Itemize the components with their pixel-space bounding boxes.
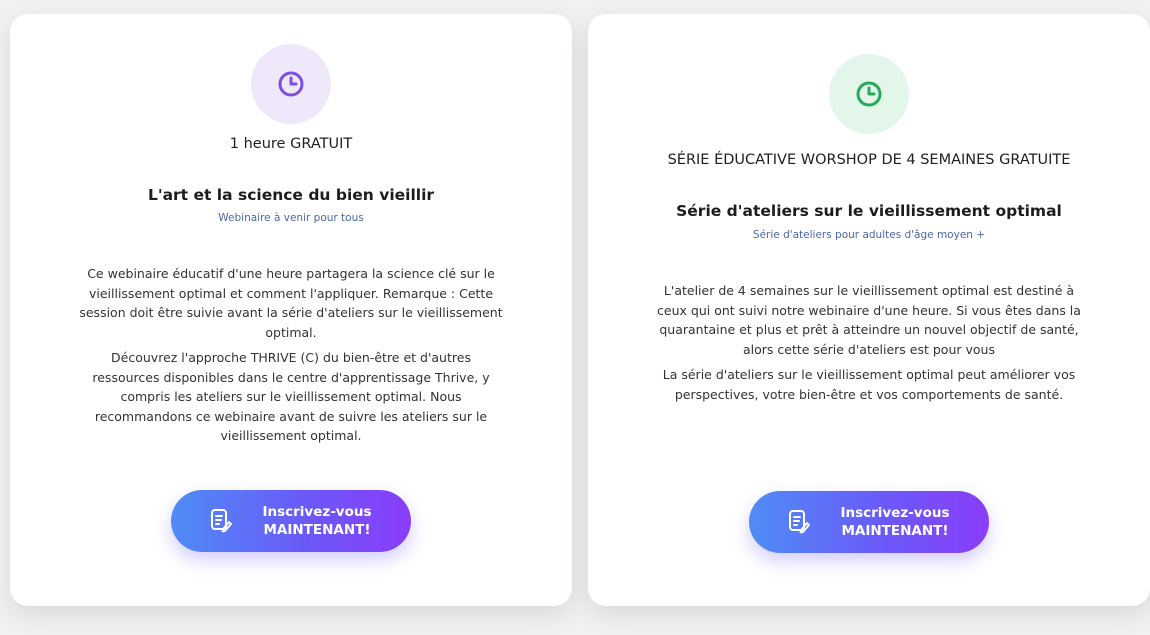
- card-subtitle: Webinaire à venir pour tous: [218, 212, 364, 224]
- clock-icon-badge: [251, 44, 331, 124]
- description-paragraph: La série d'ateliers sur le vieillissemen…: [662, 367, 1076, 402]
- card-description: Ce webinaire éducatif d'une heure partag…: [78, 264, 504, 452]
- clock-icon: [856, 81, 882, 107]
- description-paragraph: L'atelier de 4 semaines sur le vieilliss…: [657, 283, 1081, 357]
- card-title: Série d'ateliers sur le vieillissement o…: [676, 202, 1062, 220]
- workshop-card: SÉRIE ÉDUCATIVE WORSHOP DE 4 SEMAINES GR…: [588, 14, 1150, 606]
- card-subtitle: Série d'ateliers pour adultes d'âge moye…: [752, 229, 986, 241]
- card-kicker: 1 heure GRATUIT: [229, 136, 353, 152]
- clock-icon: [278, 71, 304, 97]
- card-kicker: SÉRIE ÉDUCATIVE WORSHOP DE 4 SEMAINES GR…: [667, 152, 1071, 168]
- description-paragraph: Ce webinaire éducatif d'une heure partag…: [79, 266, 503, 340]
- description-paragraph: Découvrez l'approche THRIVE (C) du bien-…: [92, 350, 490, 443]
- webinar-card: 1 heure GRATUIT L'art et la science du b…: [10, 14, 572, 606]
- register-now-button[interactable]: Inscrivez-vous MAINTENANT!: [171, 490, 411, 552]
- register-label-line1: Inscrivez-vous: [840, 505, 950, 521]
- register-label-line1: Inscrivez-vous: [262, 504, 372, 520]
- register-label-line2: MAINTENANT!: [263, 522, 371, 538]
- card-title: L'art et la science du bien vieillir: [147, 186, 435, 204]
- register-button-label: Inscrivez-vous MAINTENANT!: [262, 503, 372, 539]
- edit-form-icon: [210, 508, 232, 534]
- register-label-line2: MAINTENANT!: [841, 523, 949, 539]
- register-button-label: Inscrivez-vous MAINTENANT!: [840, 504, 950, 540]
- card-description: L'atelier de 4 semaines sur le vieilliss…: [650, 281, 1088, 410]
- edit-form-icon: [788, 509, 810, 535]
- register-now-button[interactable]: Inscrivez-vous MAINTENANT!: [749, 491, 989, 553]
- clock-icon-badge: [829, 54, 909, 134]
- cards-container: 1 heure GRATUIT L'art et la science du b…: [0, 0, 1150, 635]
